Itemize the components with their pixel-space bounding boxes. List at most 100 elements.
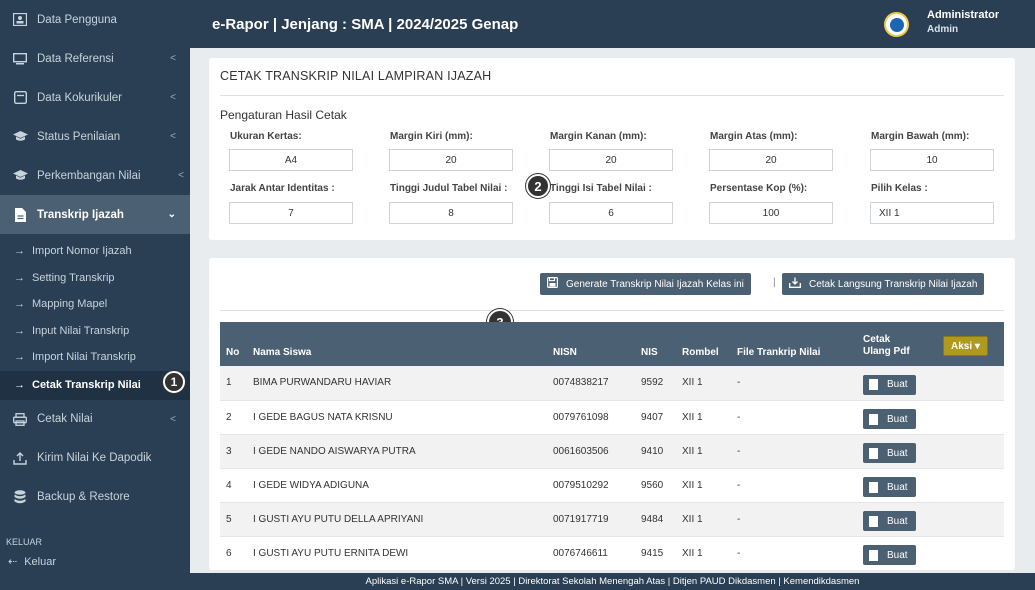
table-row: 6 I GUSTI AYU PUTU ERNITA DEWI 007674661… [220, 536, 1004, 570]
sidebar-item-cetak-nilai[interactable]: Cetak Nilai < [0, 400, 190, 439]
arrow-right-icon: → [14, 298, 25, 311]
cell-nis: 9560 [635, 468, 676, 503]
sidebar-item-label: Keluar [24, 555, 57, 568]
database-icon [12, 490, 28, 504]
sidebar-subitem-label: Setting Transkrip [32, 271, 115, 284]
cell-aksi [937, 366, 1004, 401]
sidebar-subitem-label: Mapping Mapel [32, 298, 108, 311]
divider [220, 95, 1004, 96]
cell-file: - [731, 434, 857, 469]
sidebar-item-logout[interactable]: ⇠ Keluar [0, 547, 190, 577]
cell-file: - [731, 536, 857, 570]
sidebar-item-transkrip-ijazah[interactable]: Transkrip Ijazah ⌄ [0, 195, 190, 234]
cell-rombel: XII 1 [676, 536, 731, 570]
file-icon [869, 413, 878, 425]
sidebar-subitem-setting-transkrip[interactable]: → Setting Transkrip [0, 265, 190, 292]
cell-no: 2 [220, 400, 247, 435]
divider [220, 310, 1004, 311]
cell-nama: I GUSTI AYU PUTU ERNITA DEWI [247, 536, 547, 570]
cell-nisn: 0061603506 [547, 434, 635, 469]
sidebar-subitem-import-nilai-transkrip[interactable]: → Import Nilai Transkrip [0, 344, 190, 371]
cell-cetak: Buat [857, 468, 937, 503]
buat-button[interactable]: Buat [863, 511, 916, 531]
buat-button[interactable]: Buat [863, 374, 916, 395]
chevron-left-icon: < [178, 170, 184, 181]
margin-bottom-field[interactable]: 10 [870, 149, 994, 171]
cell-file: - [731, 366, 857, 401]
cell-rombel: XII 1 [676, 366, 731, 401]
cell-nis: 9415 [635, 536, 676, 570]
graduation-cap-icon [12, 130, 28, 144]
kop-percentage-field[interactable]: 100 [709, 202, 833, 224]
cell-cetak: Buat [857, 366, 937, 401]
table-header-row: No Nama Siswa NISN NIS Rombel File Trank… [220, 322, 1004, 366]
sidebar-item-perkembangan-nilai[interactable]: Perkembangan Nilai < [0, 156, 190, 195]
col-header-cetak-line2: Ulang Pdf [863, 346, 910, 357]
file-icon [869, 515, 878, 527]
margin-left-field[interactable]: 20 [389, 149, 513, 171]
monitor-icon [12, 52, 28, 66]
class-select-label: Pilih Kelas : [871, 183, 928, 194]
sidebar-item-backup-restore[interactable]: Backup & Restore [0, 478, 190, 517]
file-icon [869, 379, 878, 391]
cell-nama: BIMA PURWANDARU HAVIAR [247, 366, 547, 401]
user-name[interactable]: Administrator [927, 9, 999, 22]
sidebar-item-data-referensi[interactable]: Data Referensi < [0, 39, 190, 78]
paper-size-field[interactable]: A4 [229, 149, 353, 171]
cell-no: 4 [220, 468, 247, 503]
cell-nama: I GEDE WIDYA ADIGUNA [247, 468, 547, 503]
buat-button[interactable]: Buat [863, 477, 916, 497]
identity-spacing-field[interactable]: 7 [229, 202, 353, 224]
sidebar-subitem-cetak-transkrip-nilai[interactable]: → Cetak Transkrip Nilai [0, 370, 190, 400]
paper-size-label: Ukuran Kertas: [230, 131, 302, 142]
buat-label: Buat [887, 413, 908, 425]
cell-nis: 9410 [635, 434, 676, 469]
table-content-height-label: Tinggi Isi Tabel Nilai : [550, 183, 652, 194]
sidebar-subitem-label: Import Nomor Ijazah [32, 245, 132, 258]
cell-rombel: XII 1 [676, 468, 731, 503]
table-title-height-label: Tinggi Judul Tabel Nilai : [390, 183, 508, 194]
generate-transkrip-label: Generate Transkrip Nilai Ijazah Kelas in… [566, 278, 744, 290]
cell-nisn: 0076746611 [547, 536, 635, 570]
sidebar-item-kirim-nilai-dapodik[interactable]: Kirim Nilai Ke Dapodik [0, 439, 190, 478]
cell-file: - [731, 502, 857, 537]
buat-button[interactable]: Buat [863, 409, 916, 429]
cell-nama: I GEDE BAGUS NATA KRISNU [247, 400, 547, 435]
cetak-langsung-button[interactable]: Cetak Langsung Transkrip Nilai Ijazah [782, 273, 985, 295]
aksi-dropdown-button[interactable]: Aksi ▾ [943, 336, 988, 356]
generate-transkrip-button[interactable]: Generate Transkrip Nilai Ijazah Kelas in… [540, 273, 751, 295]
topbar: e-Rapor | Jenjang : SMA | 2024/2025 Gena… [190, 0, 1035, 48]
buat-label: Buat [887, 481, 908, 493]
avatar[interactable] [884, 12, 909, 37]
sidebar-item-data-kokurikuler[interactable]: Data Kokurikuler < [0, 78, 190, 117]
cell-no: 3 [220, 434, 247, 469]
page-title: e-Rapor | Jenjang : SMA | 2024/2025 Gena… [212, 16, 519, 33]
margin-left-label: Margin Kiri (mm): [390, 131, 473, 142]
col-header-cetak-line1: Cetak [863, 334, 891, 345]
cell-cetak: Buat [857, 536, 937, 570]
table-row: 4 I GEDE WIDYA ADIGUNA 0079510292 9560 X… [220, 468, 1004, 503]
table-content-height-field[interactable]: 6 [549, 202, 673, 224]
margin-right-label: Margin Kanan (mm): [550, 131, 647, 142]
sidebar-item-label: Data Pengguna [37, 13, 117, 26]
table-row: 1 BIMA PURWANDARU HAVIAR 0074838217 9592… [220, 366, 1004, 401]
sidebar-item-label: Kirim Nilai Ke Dapodik [37, 452, 152, 464]
arrow-right-icon: → [14, 324, 25, 337]
sidebar-item-data-pengguna[interactable]: Data Pengguna [0, 0, 190, 39]
margin-right-field[interactable]: 20 [549, 149, 673, 171]
student-table: No Nama Siswa NISN NIS Rombel File Trank… [220, 322, 1004, 570]
sidebar-subitem-mapping-mapel[interactable]: → Mapping Mapel [0, 291, 190, 318]
buat-label: Buat [887, 515, 908, 527]
class-select[interactable]: XII 1 [870, 202, 994, 224]
print-settings-card: CETAK TRANSKRIP NILAI LAMPIRAN IJAZAH Pe… [209, 58, 1015, 240]
buat-button[interactable]: Buat [863, 443, 916, 463]
step-marker-1: 1 [163, 371, 185, 393]
margin-top-field[interactable]: 20 [709, 149, 833, 171]
cell-aksi [937, 468, 1004, 503]
sidebar-subitem-input-nilai-transkrip[interactable]: → Input Nilai Transkrip [0, 318, 190, 345]
cetak-langsung-label: Cetak Langsung Transkrip Nilai Ijazah [809, 278, 978, 290]
sidebar-subitem-import-nomor-ijazah[interactable]: → Import Nomor Ijazah [0, 238, 190, 265]
table-title-height-field[interactable]: 8 [389, 202, 513, 224]
buat-button[interactable]: Buat [863, 545, 916, 565]
sidebar-item-status-penilaian[interactable]: Status Penilaian < [0, 117, 190, 156]
